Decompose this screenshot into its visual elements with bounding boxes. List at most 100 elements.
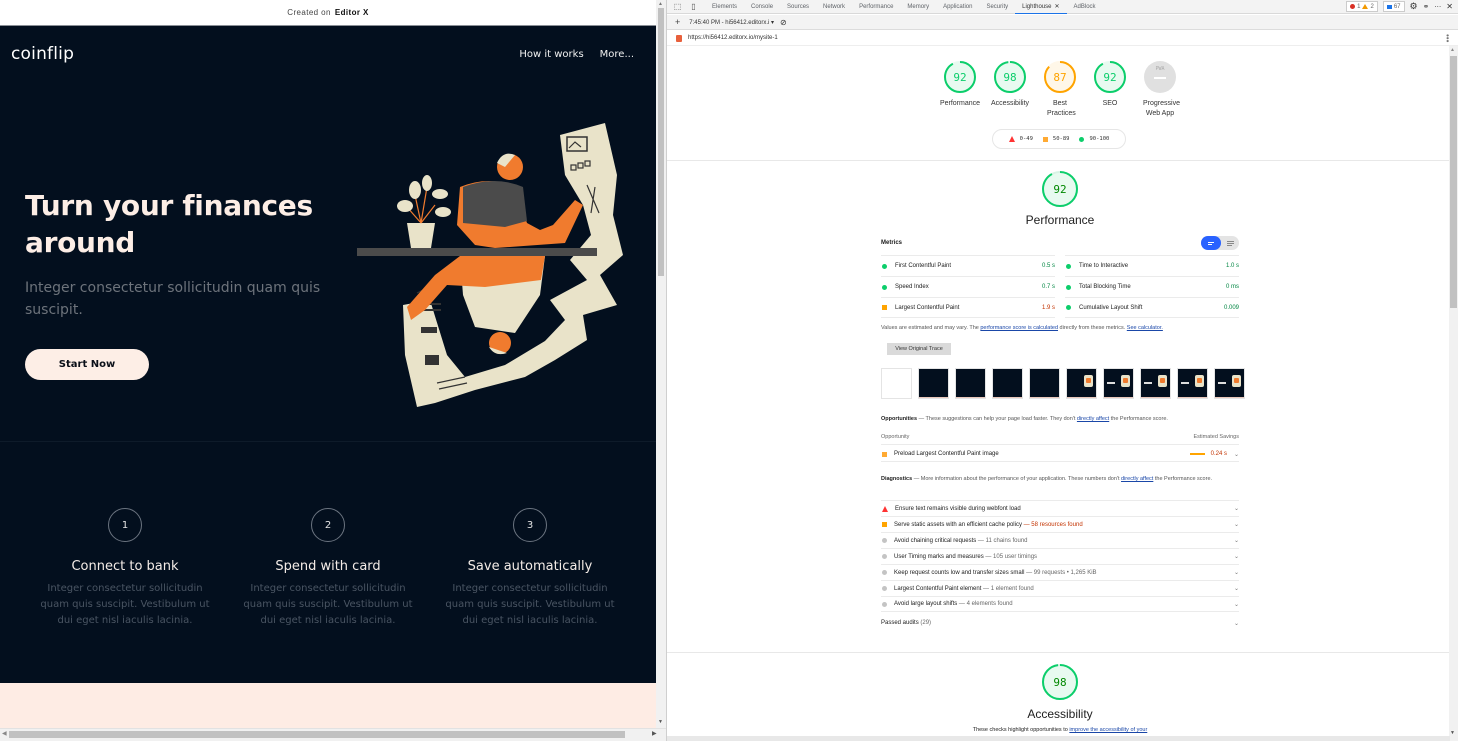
new-report-icon[interactable]: + xyxy=(675,17,680,27)
report-menu-icon[interactable]: ••• xyxy=(1443,34,1452,42)
metric-value: 0.7 s xyxy=(1041,284,1055,290)
directly-affect-link[interactable]: directly affect xyxy=(1121,476,1153,482)
diagnostic-row[interactable]: Serve static assets with an efficient ca… xyxy=(881,516,1239,532)
nav-link-how-it-works[interactable]: How it works xyxy=(519,49,583,60)
step-description: Integer consectetur sollicitudin quam qu… xyxy=(445,583,615,626)
scroll-down-arrow-icon[interactable]: ▼ xyxy=(658,719,663,725)
average-square-icon xyxy=(882,305,887,310)
scrollbar-thumb[interactable] xyxy=(9,731,625,738)
compact-view-icon[interactable] xyxy=(1201,236,1221,250)
diagnostic-row[interactable]: User Timing marks and measures — 105 use… xyxy=(881,548,1239,564)
diagnostic-detail: — 4 elements found xyxy=(957,601,1013,607)
expanded-view-icon[interactable] xyxy=(1221,236,1239,250)
tab-console[interactable]: Console xyxy=(744,0,780,14)
tab-network[interactable]: Network xyxy=(816,0,852,14)
close-devtools-icon[interactable]: ✕ xyxy=(1446,2,1453,11)
tab-lighthouse[interactable]: Lighthouse ✕ xyxy=(1015,0,1067,14)
tab-elements[interactable]: Elements xyxy=(705,0,744,14)
tab-adblock[interactable]: AdBlock xyxy=(1067,0,1103,14)
scroll-up-arrow-icon[interactable]: ▲ xyxy=(1450,47,1455,53)
gauge-performance[interactable]: 92 Performance xyxy=(935,60,985,119)
passed-audits-row[interactable]: Passed audits (29) ⌄ xyxy=(881,620,1239,627)
gauge-progressive-web-app[interactable]: PWA Progressive Web App xyxy=(1135,60,1185,119)
site-horizontal-scrollbar[interactable]: ◀ ▶ xyxy=(0,728,666,741)
issues-counter[interactable]: 1 2 xyxy=(1346,1,1378,12)
gauge-seo[interactable]: 92 SEO xyxy=(1085,60,1135,119)
nav-link-more[interactable]: More... xyxy=(600,49,634,60)
chevron-down-icon[interactable]: ⌄ xyxy=(1234,537,1239,544)
directly-affect-link[interactable]: directly affect xyxy=(1077,416,1109,422)
tab-application[interactable]: Application xyxy=(936,0,979,14)
messages-counter[interactable]: 67 xyxy=(1382,1,1405,12)
metric-value: 0.009 xyxy=(1223,304,1239,311)
devtools-vertical-scrollbar[interactable]: ▲ ▼ xyxy=(1449,46,1458,741)
warning-icon xyxy=(1362,4,1369,9)
gauge-score: 87 xyxy=(1053,70,1067,84)
site-logo[interactable]: coinflip xyxy=(11,44,74,64)
opportunity-row[interactable]: Preload Largest Contentful Paint image 0… xyxy=(881,447,1239,462)
diagnostic-row[interactable]: Ensure text remains visible during webfo… xyxy=(881,500,1239,516)
score-calculated-link[interactable]: performance score is calculated xyxy=(980,325,1058,331)
scroll-left-arrow-icon[interactable]: ◀ xyxy=(2,730,7,737)
savings-bar xyxy=(1189,453,1205,455)
chevron-down-icon[interactable]: ⌄ xyxy=(1234,521,1239,528)
report-url[interactable]: https://hi56412.editorx.io/mysite-1 xyxy=(688,35,778,41)
chevron-down-icon[interactable]: ⌄ xyxy=(1234,601,1239,608)
diagnostic-row[interactable]: Keep request counts low and transfer siz… xyxy=(881,564,1239,580)
improve-accessibility-link[interactable]: improve the accessibility of your xyxy=(1069,727,1147,733)
gauge-best-practices[interactable]: 87 Best Practices xyxy=(1035,60,1085,119)
metrics-view-toggle[interactable] xyxy=(1201,236,1239,250)
metric-value: 0 ms xyxy=(1225,284,1239,290)
view-original-trace-button[interactable]: View Original Trace xyxy=(887,343,951,355)
clear-reports-icon[interactable]: ⊘ xyxy=(780,18,787,27)
tab-sources[interactable]: Sources xyxy=(780,0,816,14)
diagnostic-row[interactable]: Largest Contentful Paint element — 1 ele… xyxy=(881,580,1239,596)
legend-fail: 0-49 xyxy=(1008,136,1033,142)
see-calculator-link[interactable]: See calculator. xyxy=(1127,325,1163,331)
chevron-down-icon[interactable]: ⌄ xyxy=(1234,585,1239,592)
metric-row: First Contentful Paint 0.5 s xyxy=(881,255,1055,276)
gauge-ring: 98 xyxy=(993,60,1027,94)
scrollbar-thumb[interactable] xyxy=(658,8,664,276)
chevron-down-icon[interactable]: ⌄ xyxy=(1234,451,1239,458)
start-now-button[interactable]: Start Now xyxy=(25,349,149,380)
chevron-down-icon[interactable]: ⌄ xyxy=(1234,505,1239,512)
desc-text: — These suggestions can help your page l… xyxy=(917,416,1077,422)
filmstrip-frame xyxy=(1140,368,1171,399)
diagnostic-detail: — 99 requests • 1,265 KiB xyxy=(1024,569,1097,576)
filmstrip-frame xyxy=(918,368,949,399)
pass-circle-icon xyxy=(882,284,887,290)
scroll-down-arrow-icon[interactable]: ▼ xyxy=(1450,730,1455,736)
banner-prefix: Created on xyxy=(287,8,331,17)
chevron-down-icon[interactable]: ⌄ xyxy=(1234,553,1239,560)
info-circle-icon xyxy=(882,538,887,543)
gauge-label: SEO xyxy=(1102,100,1118,107)
editor-x-banner[interactable]: Created on Editor X xyxy=(0,0,656,26)
chevron-down-icon[interactable]: ⌄ xyxy=(1234,569,1239,576)
scroll-right-arrow-icon[interactable]: ▶ xyxy=(652,730,657,737)
settings-gear-icon[interactable]: ⚙ xyxy=(1410,1,1418,12)
report-selector[interactable]: 7:45:40 PM - hi56412.editorx.i ▾ xyxy=(689,19,774,26)
diagnostic-text: Serve static assets with an efficient ca… xyxy=(894,522,1234,528)
chevron-down-icon[interactable]: ⌄ xyxy=(1234,620,1239,627)
more-options-icon[interactable]: ⋯ xyxy=(1434,3,1441,11)
filmstrip xyxy=(881,368,1245,399)
performance-title: Performance xyxy=(1025,213,1095,227)
close-tab-icon[interactable]: ✕ xyxy=(1055,4,1060,10)
tab-memory[interactable]: Memory xyxy=(900,0,936,14)
diagnostic-text: Keep request counts low and transfer siz… xyxy=(894,570,1234,576)
diagnostic-row[interactable]: Avoid large layout shifts — 4 elements f… xyxy=(881,596,1239,612)
remote-devices-icon[interactable]: ⚭ xyxy=(1423,2,1430,11)
filmstrip-frame xyxy=(1214,368,1245,399)
scroll-up-arrow-icon[interactable]: ▲ xyxy=(658,1,663,7)
site-vertical-scrollbar[interactable]: ▲ ▼ xyxy=(656,0,666,728)
tab-security[interactable]: Security xyxy=(979,0,1015,14)
gauge-accessibility[interactable]: 98 Accessibility xyxy=(985,60,1035,119)
step-title: Spend with card xyxy=(275,559,381,574)
inspect-element-icon[interactable]: ⬚ xyxy=(672,2,683,12)
tab-performance[interactable]: Performance xyxy=(852,0,900,14)
scrollbar-thumb[interactable] xyxy=(1450,56,1457,308)
metric-name: Cumulative Layout Shift xyxy=(1079,304,1143,311)
device-toolbar-icon[interactable]: ▯ xyxy=(688,2,699,12)
diagnostic-row[interactable]: Avoid chaining critical requests — 11 ch… xyxy=(881,532,1239,548)
